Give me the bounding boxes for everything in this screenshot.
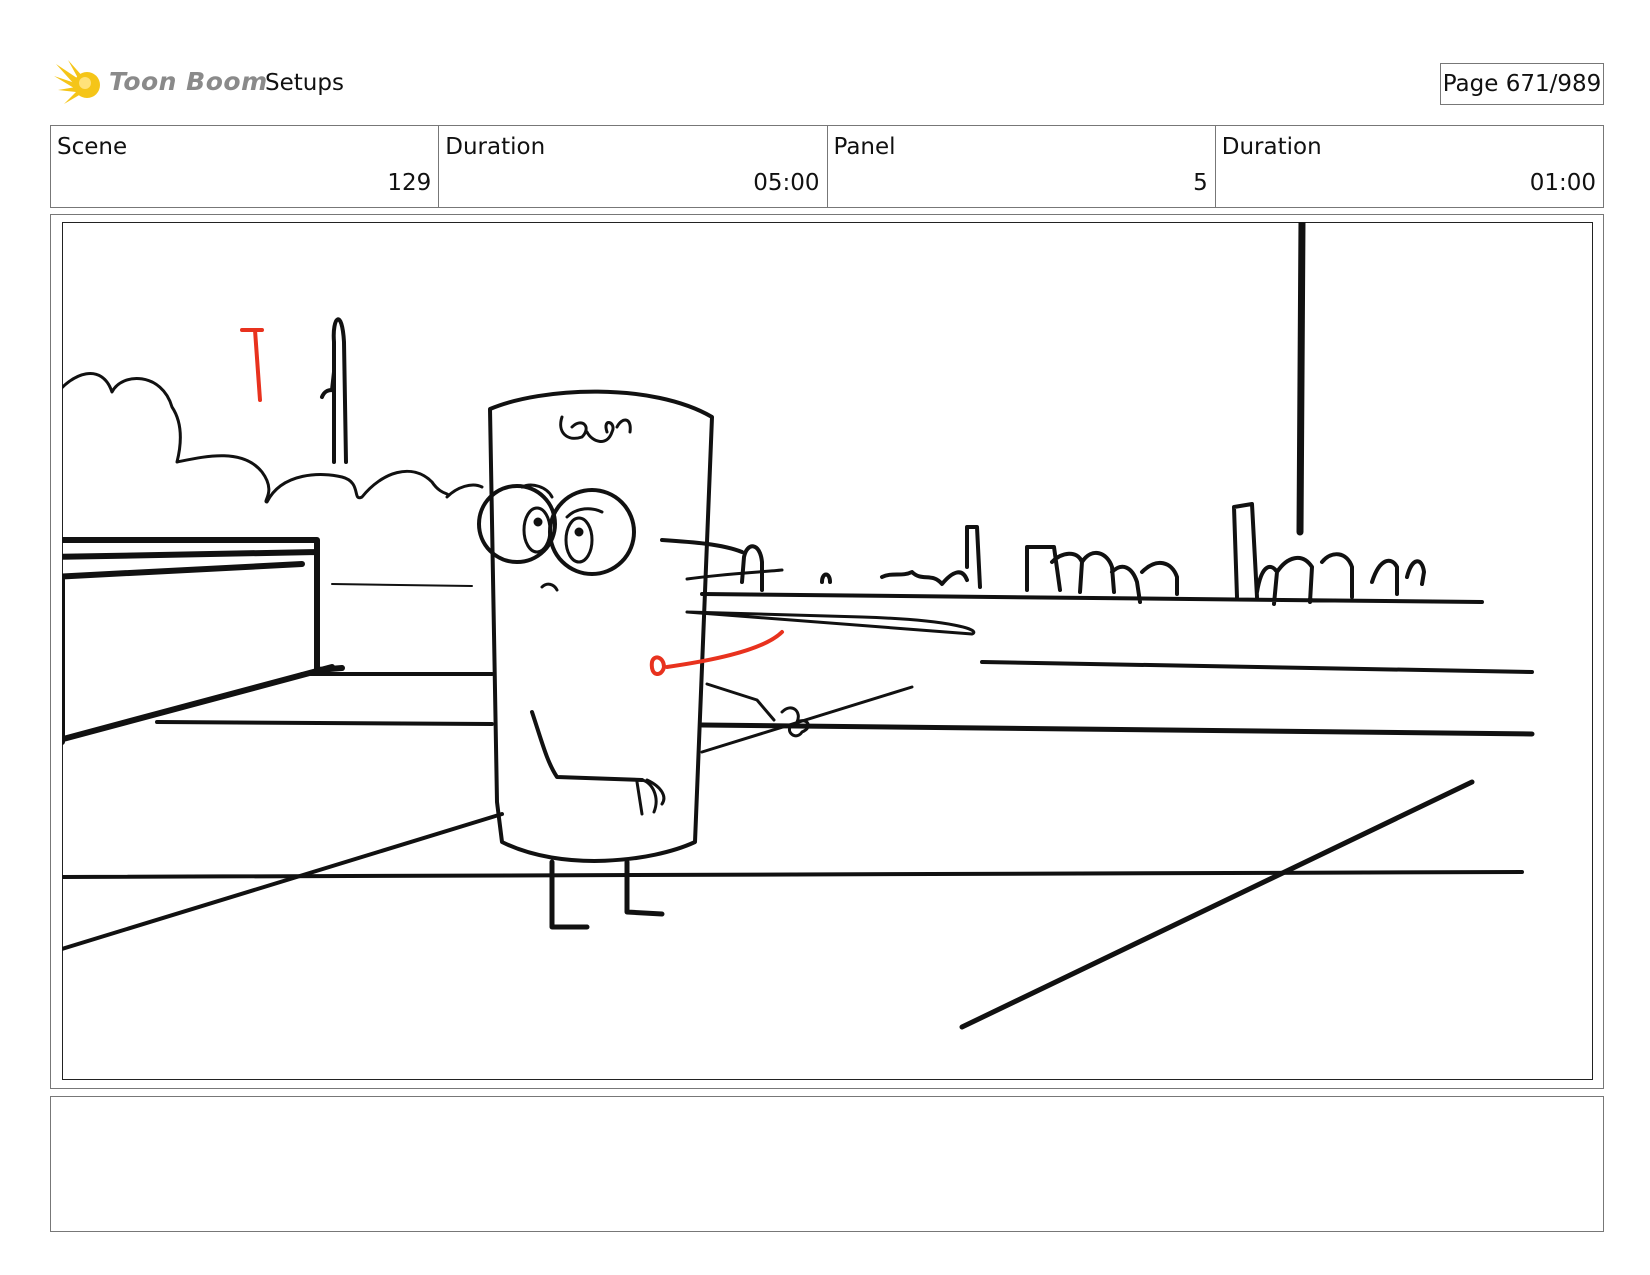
scene-value: 129 xyxy=(387,170,432,196)
scene-cell: Scene 129 xyxy=(51,126,440,207)
storyboard-panel-drawing xyxy=(62,222,1593,1080)
panel-duration-label: Duration xyxy=(1221,134,1322,160)
starburst-icon xyxy=(54,60,100,104)
scene-label: Scene xyxy=(57,134,128,160)
panel-duration-value: 01:00 xyxy=(1529,170,1596,196)
panel-label: Panel xyxy=(833,134,896,160)
section-title: Setups xyxy=(265,70,344,96)
scene-duration-label: Duration xyxy=(445,134,546,160)
tall-pole xyxy=(1296,222,1306,536)
panel-value: 5 xyxy=(1193,170,1208,196)
sketch-canvas xyxy=(62,222,1593,1080)
scene-duration-cell: Duration 05:00 xyxy=(439,126,828,207)
scene-info-table: Scene 129 Duration 05:00 Panel 5 Duratio… xyxy=(50,125,1604,208)
panel-cell: Panel 5 xyxy=(828,126,1216,207)
panel-duration-cell: Duration 01:00 xyxy=(1216,126,1603,207)
page-indicator: Page 671/989 xyxy=(1440,63,1604,105)
toon-boom-logo: Toon Boom xyxy=(54,56,267,112)
panel-notes-box xyxy=(50,1096,1604,1232)
scene-duration-value: 05:00 xyxy=(753,170,820,196)
logo-text: Toon Boom xyxy=(109,67,268,96)
